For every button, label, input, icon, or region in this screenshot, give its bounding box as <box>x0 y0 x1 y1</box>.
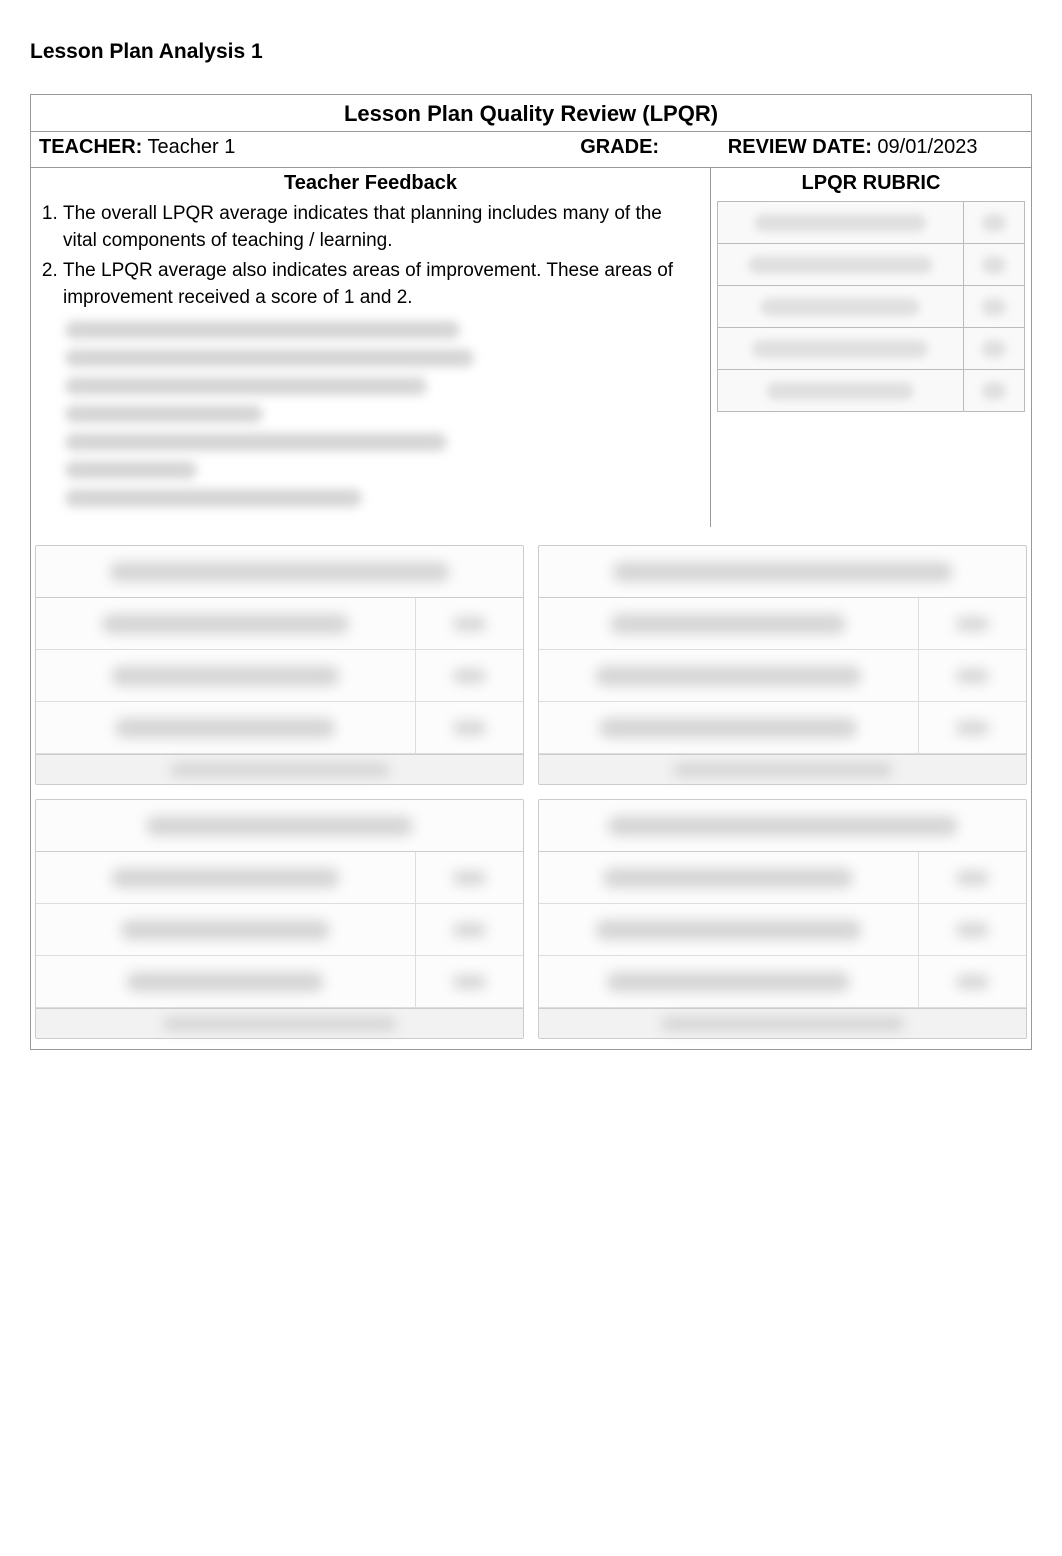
panel-row-score <box>416 702 523 753</box>
rubric-col: LPQR RUBRIC <box>711 168 1031 527</box>
panel-footer <box>36 754 523 784</box>
rubric-row <box>718 244 1025 286</box>
panel-block <box>35 799 524 1039</box>
panel-row <box>36 650 523 702</box>
lpqr-container: Lesson Plan Quality Review (LPQR) TEACHE… <box>30 94 1032 1050</box>
panel-row-label <box>36 852 416 903</box>
rubric-label-cell <box>718 370 964 412</box>
panel-row-score <box>919 904 1026 955</box>
meta-row: TEACHER: Teacher 1 GRADE: REVIEW DATE: 0… <box>31 132 1031 168</box>
review-date-value: 09/01/2023 <box>877 136 977 158</box>
panel-block <box>538 545 1027 785</box>
grade-label: GRADE: <box>580 136 659 158</box>
review-header: Lesson Plan Quality Review (LPQR) <box>344 101 718 126</box>
panel-row <box>36 702 523 754</box>
rubric-label-cell <box>718 202 964 244</box>
panel-row <box>539 956 1026 1008</box>
feedback-rubric-row: Teacher Feedback The overall LPQR averag… <box>31 168 1031 527</box>
panel-header <box>36 546 523 598</box>
rubric-label-cell <box>718 286 964 328</box>
teacher-label: TEACHER: <box>39 136 142 158</box>
panel-header <box>36 800 523 852</box>
rubric-table <box>717 201 1025 412</box>
rubric-label-cell <box>718 328 964 370</box>
panel-header <box>539 546 1026 598</box>
review-date-label: REVIEW DATE: <box>728 136 872 158</box>
panel-row <box>539 598 1026 650</box>
panel-footer <box>36 1008 523 1038</box>
panel-row-label <box>539 650 919 701</box>
rubric-row <box>718 202 1025 244</box>
panel-row-label <box>36 702 416 753</box>
panel-block <box>538 799 1027 1039</box>
review-header-row: Lesson Plan Quality Review (LPQR) <box>31 95 1031 132</box>
panel-row-score <box>919 702 1026 753</box>
rubric-score-cell <box>963 370 1024 412</box>
page-title: Lesson Plan Analysis 1 <box>30 40 1032 64</box>
rubric-score-cell <box>963 286 1024 328</box>
blurred-text <box>65 377 427 395</box>
panel-footer <box>539 1008 1026 1038</box>
panel-row-score <box>919 650 1026 701</box>
panel-footer <box>539 754 1026 784</box>
feedback-list: The overall LPQR average indicates that … <box>41 201 700 311</box>
panel-row-label <box>539 852 919 903</box>
blurred-text <box>65 349 474 367</box>
feedback-header: Teacher Feedback <box>41 172 700 195</box>
blurred-text <box>65 321 460 339</box>
teacher-feedback-col: Teacher Feedback The overall LPQR averag… <box>31 168 711 527</box>
panel-block <box>35 545 524 785</box>
panel-row-label <box>539 598 919 649</box>
rubric-score-cell <box>963 244 1024 286</box>
panel-row-score <box>416 650 523 701</box>
panel-row-score <box>416 852 523 903</box>
panel-row-label <box>36 904 416 955</box>
rubric-row <box>718 370 1025 412</box>
panel-row <box>36 956 523 1008</box>
rubric-score-cell <box>963 328 1024 370</box>
rubric-header: LPQR RUBRIC <box>717 172 1025 195</box>
lower-panels <box>31 545 1031 1049</box>
blurred-text <box>65 405 263 423</box>
panel-row-label <box>539 702 919 753</box>
panel-row-score <box>919 598 1026 649</box>
grade-cell: GRADE: <box>580 136 728 159</box>
rubric-row <box>718 286 1025 328</box>
feedback-item: The overall LPQR average indicates that … <box>63 201 700 254</box>
rubric-row <box>718 328 1025 370</box>
panel-row <box>36 852 523 904</box>
teacher-value: Teacher 1 <box>148 136 236 158</box>
panel-row-score <box>919 852 1026 903</box>
panel-row <box>539 904 1026 956</box>
blurred-text <box>65 461 197 479</box>
panel-row-score <box>416 598 523 649</box>
panel-row-label <box>36 650 416 701</box>
panel-row-label <box>36 598 416 649</box>
panel-row <box>36 904 523 956</box>
panel-header <box>539 800 1026 852</box>
panel-row-label <box>36 956 416 1007</box>
panel-row-score <box>416 904 523 955</box>
panel-row-label <box>539 956 919 1007</box>
panel-row <box>36 598 523 650</box>
blurred-text <box>65 489 362 507</box>
panel-row-score <box>919 956 1026 1007</box>
feedback-item: The LPQR average also indicates areas of… <box>63 258 700 311</box>
panel-row-score <box>416 956 523 1007</box>
panel-row <box>539 852 1026 904</box>
rubric-score-cell <box>963 202 1024 244</box>
blurred-text <box>65 433 447 451</box>
panel-row <box>539 702 1026 754</box>
panel-row <box>539 650 1026 702</box>
panel-row-label <box>539 904 919 955</box>
review-date-cell: REVIEW DATE: 09/01/2023 <box>728 136 1023 159</box>
rubric-label-cell <box>718 244 964 286</box>
teacher-cell: TEACHER: Teacher 1 <box>39 136 580 159</box>
